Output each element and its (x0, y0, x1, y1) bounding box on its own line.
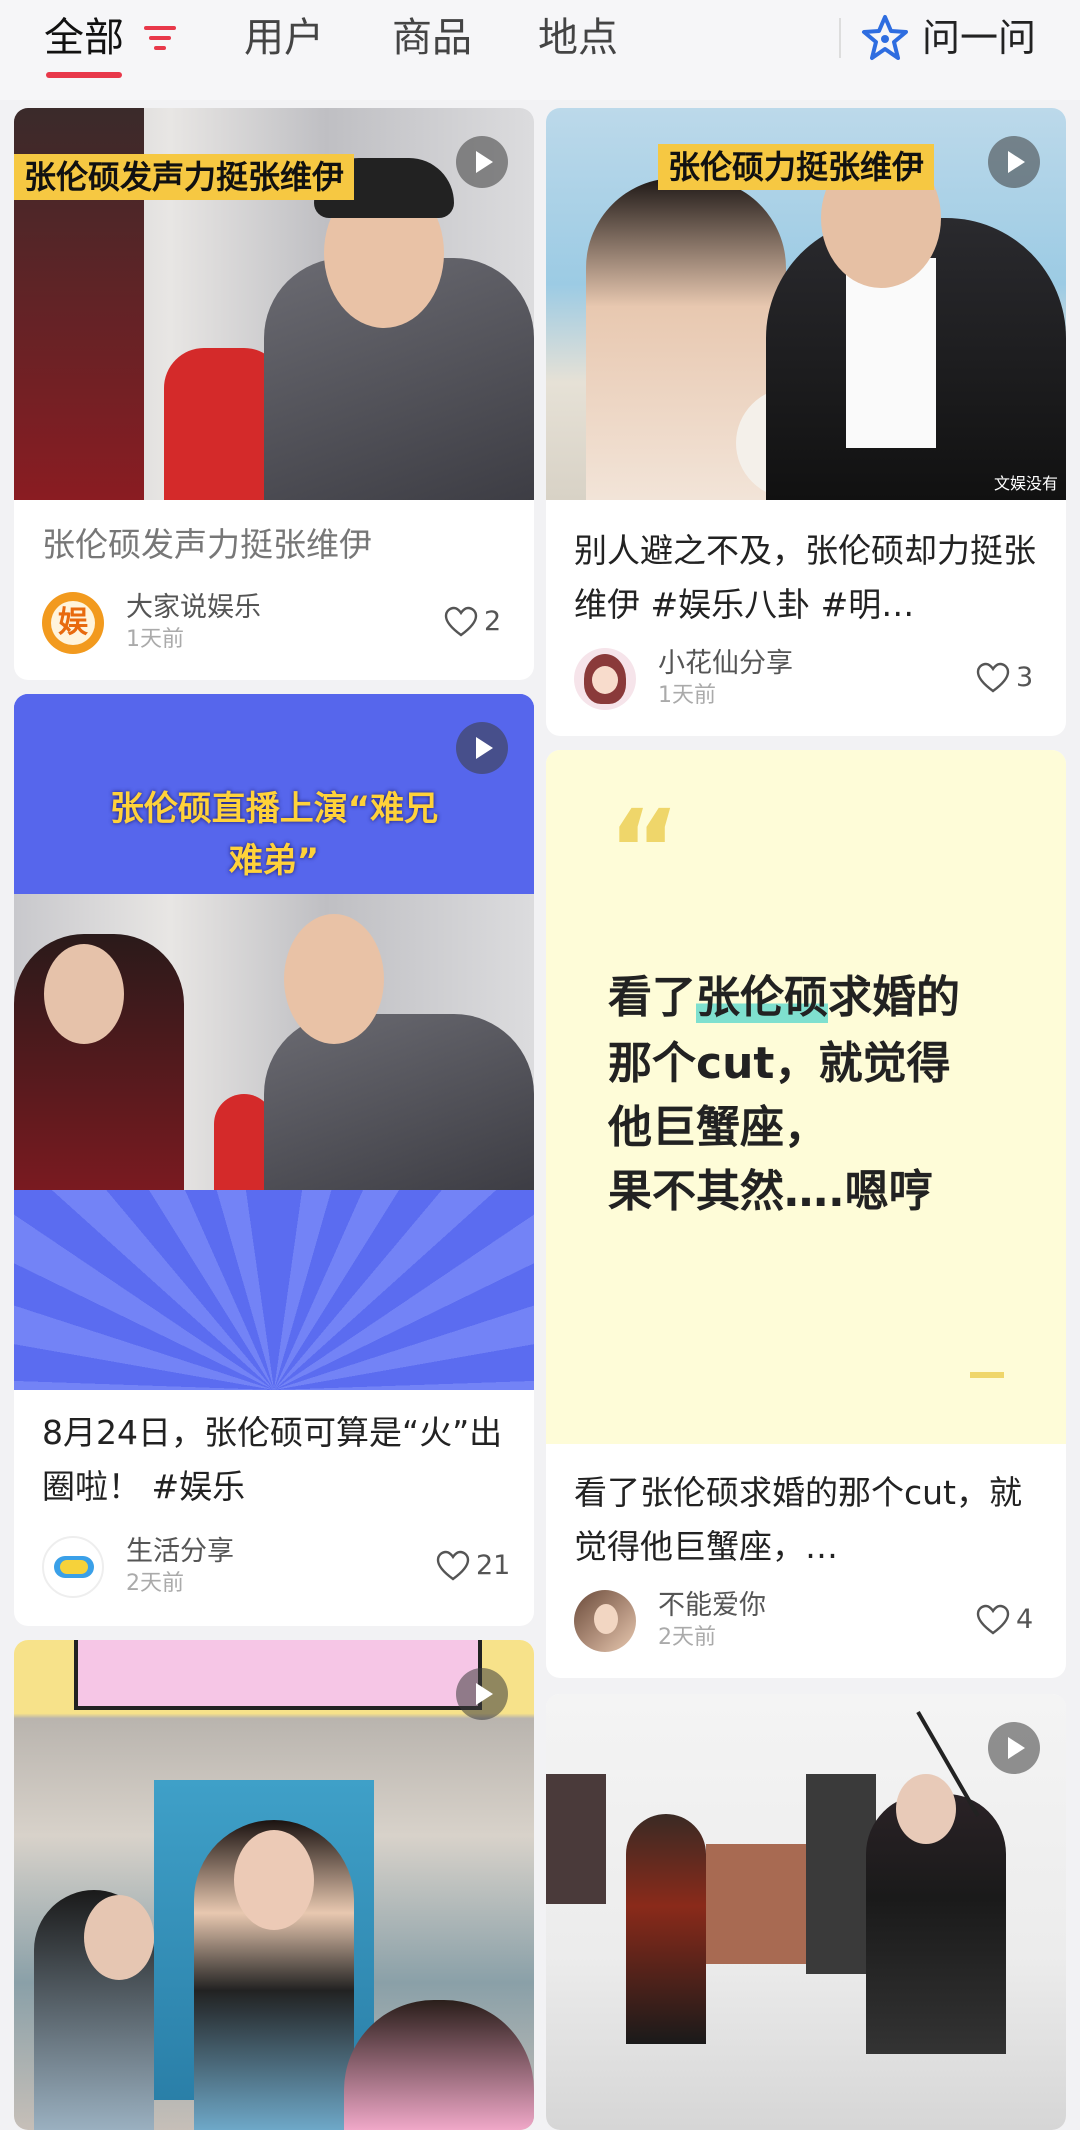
post-time: 2天前 (658, 1625, 716, 1650)
play-icon[interactable] (456, 136, 508, 188)
card-title[interactable]: 看了张伦硕求婚的那个cut，就觉得他巨蟹座，… (574, 1466, 1042, 1574)
avatar[interactable]: 娱 (42, 592, 104, 654)
tab-products[interactable]: 商品 (392, 8, 472, 68)
video-frame (14, 894, 534, 1190)
video-caption-line: 难弟” (228, 841, 320, 881)
video-thumbnail[interactable]: 张伦硕发声力挺张维伊 (14, 108, 534, 500)
post-time: 1天前 (126, 627, 184, 652)
heart-icon (976, 1604, 1010, 1635)
video-caption-line: 张伦硕直播上演“难兄 (109, 789, 439, 829)
face (234, 1830, 314, 1930)
top-tab-bar: 全部 用户 商品 地点 问一问 (0, 0, 1080, 100)
person-figure (264, 1014, 534, 1190)
tab-all[interactable]: 全部 (44, 8, 124, 68)
heart-icon (444, 606, 478, 637)
feed-card[interactable]: 张伦硕直播上演“难兄 难弟” 8月24日，张伦硕可算是“火”出圈啦！ #娱乐 生… (14, 694, 534, 1626)
sparkle-star-icon[interactable] (860, 14, 910, 64)
face (84, 1895, 154, 1980)
author-name[interactable]: 生活分享 (126, 1534, 234, 1570)
face (284, 914, 384, 1044)
play-icon[interactable] (456, 1668, 508, 1720)
author-name[interactable]: 大家说娱乐 (126, 590, 261, 626)
post-time: 1天前 (658, 683, 716, 708)
author-name[interactable]: 小花仙分享 (658, 646, 793, 682)
quote-mark: “ (608, 786, 681, 914)
avatar-logo: 娱 (51, 601, 95, 645)
quote-line: 那个cut，就觉得 (608, 1038, 951, 1089)
quote-text: 看了 (608, 972, 696, 1023)
video-thumbnail[interactable] (546, 1694, 1066, 2130)
avatar-face (594, 1604, 618, 1634)
avatar[interactable] (42, 1536, 104, 1598)
author-row: 生活分享 2天前 21 (42, 1536, 514, 1600)
tab-places[interactable]: 地点 (538, 8, 618, 68)
quote-line: 看了张伦硕求婚的 (608, 966, 960, 1030)
face (896, 1774, 956, 1844)
post-time: 2天前 (126, 1571, 184, 1596)
author-row: 不能爱你 2天前 4 (574, 1590, 1046, 1654)
avatar[interactable] (574, 1590, 636, 1652)
filter-icon[interactable] (142, 22, 178, 54)
play-icon[interactable] (456, 722, 508, 774)
video-thumbnail[interactable] (14, 1640, 534, 2130)
quote-line: 他巨蟹座， (608, 1102, 828, 1153)
author-row: 娱 大家说娱乐 1天前 2 (42, 592, 514, 656)
video-thumbnail[interactable]: 张伦硕直播上演“难兄 难弟” (14, 694, 534, 1390)
quote-line: 果不其然….嗯哼 (608, 1166, 933, 1217)
quote-text: 求婚的 (828, 972, 960, 1023)
divider (839, 18, 841, 58)
avatar-logo-accent (60, 1560, 88, 1574)
quote-end-dash (970, 1372, 1004, 1378)
like-count: 2 (484, 606, 502, 637)
like-count: 21 (476, 1550, 511, 1581)
heart-icon (976, 662, 1010, 693)
play-icon[interactable] (988, 1722, 1040, 1774)
avatar[interactable] (574, 648, 636, 710)
card-title[interactable]: 8月24日，张伦硕可算是“火”出圈啦！ #娱乐 (42, 1406, 510, 1514)
photo-panel (706, 1844, 816, 1964)
face (44, 944, 124, 1044)
photo-panel (546, 1774, 606, 1904)
video-thumbnail[interactable]: 张伦硕力挺张维伊 文娱没有 (546, 108, 1066, 500)
feed-card[interactable] (546, 1694, 1066, 2130)
play-icon[interactable] (988, 136, 1040, 188)
watermark: 文娱没有 (993, 474, 1058, 493)
avatar-face (592, 666, 618, 694)
feed-card[interactable]: “ 看了张伦硕求婚的 那个cut，就觉得 他巨蟹座， 果不其然….嗯哼 看了张伦… (546, 750, 1066, 1678)
active-tab-indicator (46, 72, 122, 78)
video-caption-banner: 张伦硕发声力挺张维伊 (14, 154, 355, 200)
quote-highlight: 张伦硕 (696, 972, 828, 1023)
tab-users[interactable]: 用户 (244, 8, 324, 68)
like-count: 3 (1016, 662, 1034, 693)
feed-card[interactable]: 张伦硕发声力挺张维伊 张伦硕发声力挺张维伊 娱 大家说娱乐 1天前 2 (14, 108, 534, 680)
feed-card[interactable] (14, 1640, 534, 2130)
card-title[interactable]: 张伦硕发声力挺张维伊 (42, 518, 510, 572)
author-row: 小花仙分享 1天前 3 (574, 648, 1046, 712)
like-count: 4 (1016, 1604, 1034, 1635)
caption-box (74, 1640, 482, 1710)
person-figure (626, 1814, 706, 2044)
quote-image[interactable]: “ 看了张伦硕求婚的 那个cut，就觉得 他巨蟹座， 果不其然….嗯哼 (546, 750, 1066, 1444)
author-name[interactable]: 不能爱你 (658, 1588, 766, 1624)
feed-card[interactable]: 张伦硕力挺张维伊 文娱没有 别人避之不及，张伦硕却力挺张维伊 #娱乐八卦 #明…… (546, 108, 1066, 736)
card-title[interactable]: 别人避之不及，张伦硕却力挺张维伊 #娱乐八卦 #明… (574, 524, 1042, 632)
video-caption-banner: 张伦硕力挺张维伊 (658, 144, 935, 190)
ask-button[interactable]: 问一问 (922, 8, 1036, 68)
heart-icon (436, 1550, 470, 1581)
